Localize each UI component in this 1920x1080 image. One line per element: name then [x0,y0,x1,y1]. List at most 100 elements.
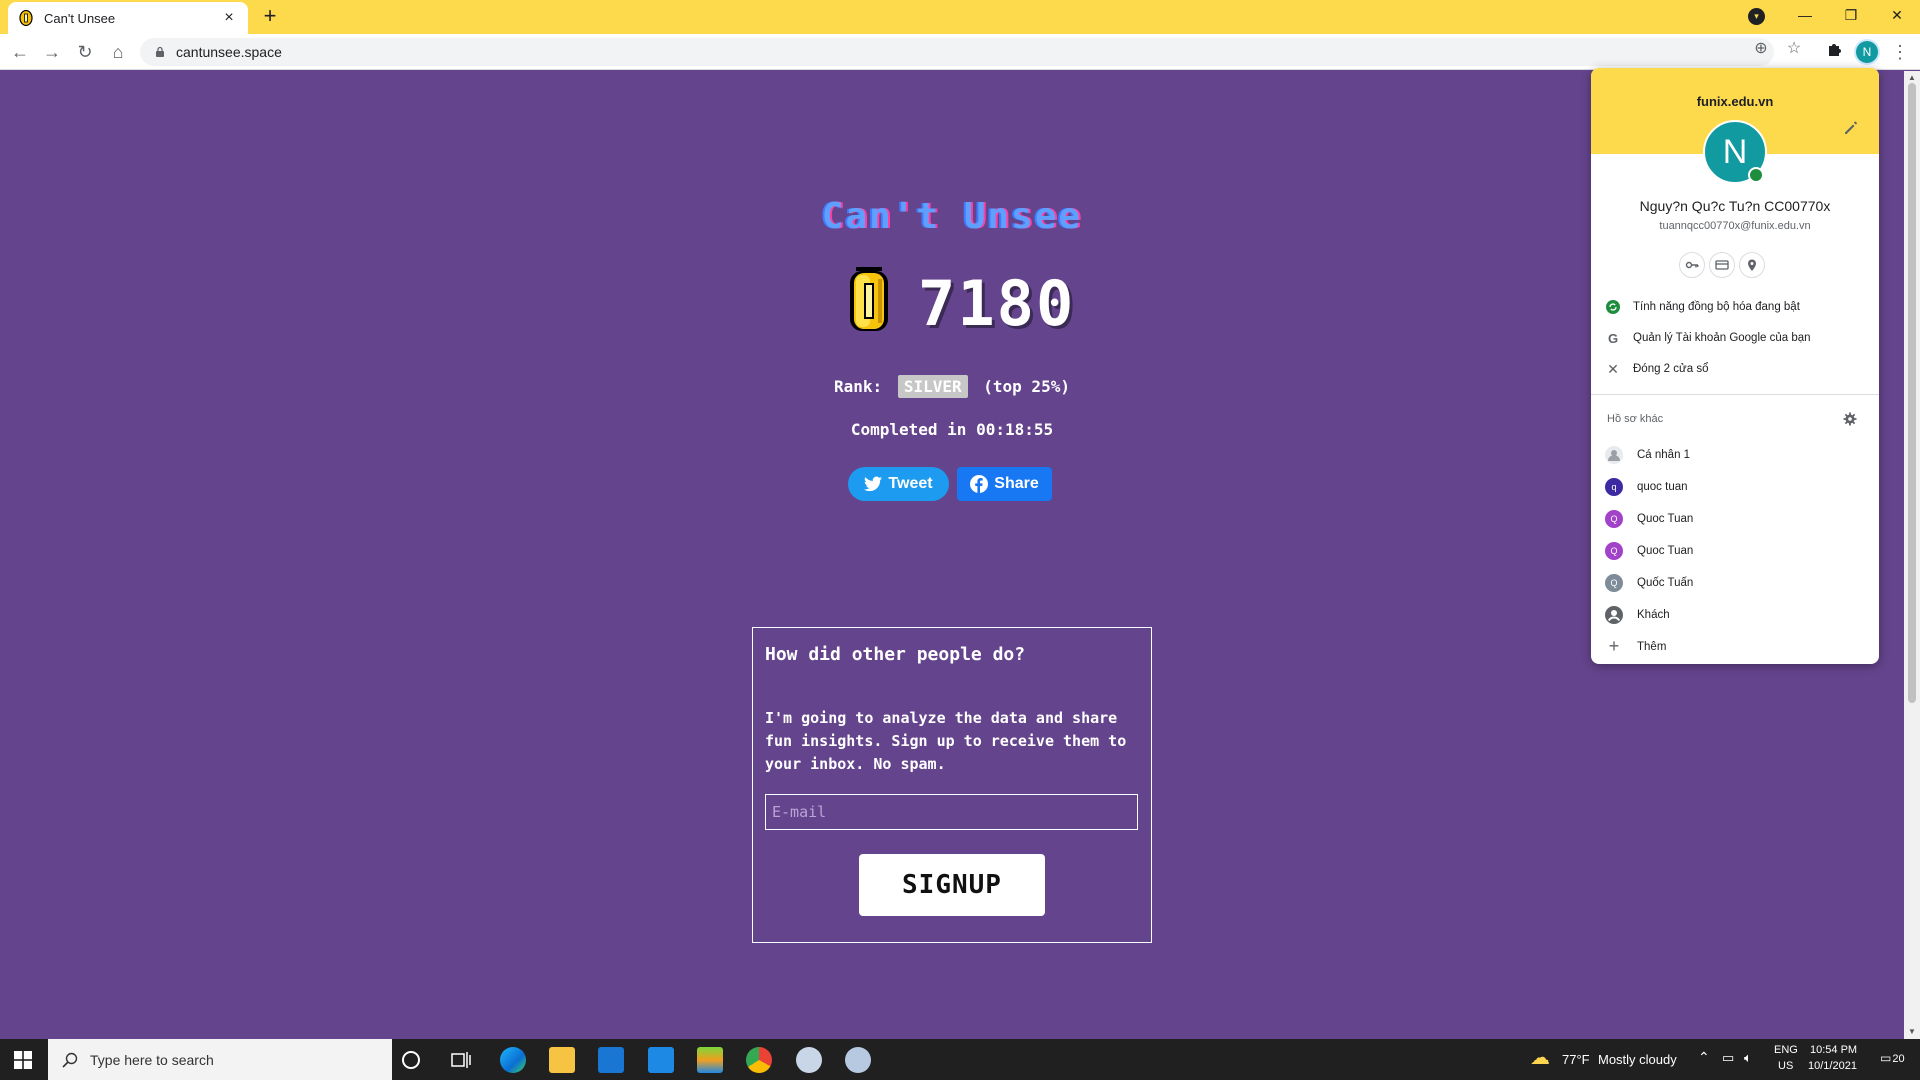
weather-text[interactable]: Mostly cloudy [1598,1052,1677,1067]
taskbar-search-box[interactable]: Type here to search [48,1039,392,1080]
chrome-icon[interactable] [746,1047,772,1073]
profile-domain: funix.edu.vn [1696,94,1774,109]
signup-box: How did other people do? I'm going to an… [752,627,1152,943]
tab-close-icon[interactable]: × [220,9,238,27]
edit-pencil-icon[interactable] [1843,120,1859,136]
rank-label: Rank: [834,377,883,396]
email-field[interactable] [765,794,1138,830]
scrollbar-thumb[interactable] [1908,83,1916,703]
profile-avatar-button[interactable]: N [1856,41,1878,63]
notification-center-icon[interactable]: ▭20 [1880,1051,1905,1065]
profile-avatar: Q [1605,542,1623,560]
search-icon [62,1052,78,1068]
volume-icon[interactable]: 🔈︎ [1744,1050,1752,1066]
zoom-icon[interactable]: ⊕ [1752,40,1770,58]
address-bar[interactable]: cantunsee.space [140,38,1774,66]
file-explorer-icon[interactable] [549,1047,575,1073]
payment-card-icon[interactable] [1709,252,1735,278]
coin-icon [850,267,888,331]
sync-status-label: Tính năng đồng bộ hóa đang bật [1633,301,1800,313]
add-profile-label: Thêm [1637,641,1667,653]
network-icon[interactable]: ▭ [1722,1050,1734,1066]
facebook-share-button[interactable]: Share [957,467,1052,501]
plus-icon: + [1608,636,1620,656]
score-value: 7180 [918,267,1076,340]
close-windows-row[interactable]: ✕ Đóng 2 cửa sổ [1591,355,1879,383]
profile-item-label: Quoc Tuan [1637,545,1694,557]
paint-icon[interactable] [796,1047,822,1073]
signup-heading: How did other people do? [765,644,1026,665]
input-region[interactable]: US [1778,1060,1793,1072]
coin-favicon-icon [19,10,33,26]
close-window-button[interactable]: ✕ [1874,0,1920,30]
snipping-tool-icon[interactable] [845,1047,871,1073]
task-view-icon[interactable] [450,1049,472,1071]
other-profiles-heading: Hồ sơ khác [1607,413,1664,425]
profile-item-guest[interactable]: Khách [1591,602,1879,628]
menu-kebab-icon[interactable]: ⋮ [1888,40,1912,64]
rank-percentile: (top 25%) [983,377,1070,396]
page-scrollbar[interactable]: ▲ ▼ [1904,71,1920,1039]
profile-avatar: q [1605,478,1623,496]
minimize-button[interactable]: — [1782,0,1828,30]
microsoft-store-icon[interactable] [598,1047,624,1073]
gear-icon[interactable] [1843,412,1857,426]
home-icon[interactable]: ⌂ [106,40,130,64]
bookmark-star-icon[interactable]: ☆ [1785,40,1803,58]
profile-name: Nguy?n Qu?c Tu?n CC00770x [1639,198,1831,214]
signup-button[interactable]: SIGNUP [859,854,1045,916]
start-button[interactable] [0,1039,46,1080]
profile-item-quoc-tuan-4[interactable]: Q Quốc Tuấn [1591,570,1879,596]
restore-button[interactable]: ❐ [1828,0,1874,30]
tweet-label: Tweet [888,475,933,492]
profile-item-label: Quốc Tuấn [1637,577,1694,589]
browser-toolbar: ← → ↻ ⌂ cantunsee.space ⊕ ☆ N ⋮ [0,34,1920,70]
manage-google-account-row[interactable]: G Quản lý Tài khoản Google của bạn [1591,324,1879,352]
tray-chevron-icon[interactable]: ⌃ [1698,1049,1710,1066]
new-tab-button[interactable]: + [258,5,282,29]
weather-cloud-icon[interactable]: ☁ [1530,1045,1550,1070]
mail-icon[interactable] [648,1047,674,1073]
clock-time[interactable]: 10:54 PM [1810,1044,1857,1056]
share-label: Share [994,475,1039,492]
profile-item-ca-nhan-1[interactable]: Cá nhân 1 [1591,442,1879,468]
profile-menu-divider [1591,394,1879,395]
notification-count: 20 [1892,1053,1905,1065]
profile-item-quoc-tuan-2[interactable]: Q Quoc Tuan [1591,506,1879,532]
person-icon [1605,446,1623,464]
windows-taskbar: Type here to search ☁ 77°F Mostly cloudy… [0,1039,1920,1080]
tab-cant-unsee[interactable]: Can't Unsee × [8,2,248,34]
input-language[interactable]: ENG [1774,1044,1798,1056]
weather-temp[interactable]: 77°F [1562,1052,1590,1067]
rank-badge: SILVER [897,375,968,398]
back-arrow-icon[interactable]: ← [8,40,32,64]
clock-date[interactable]: 10/1/2021 [1808,1060,1857,1072]
forward-arrow-icon[interactable]: → [40,40,64,64]
profile-item-quoc-tuan-1[interactable]: q quoc tuan [1591,474,1879,500]
passwords-key-icon[interactable] [1679,252,1705,278]
profile-item-label: quoc tuan [1637,481,1688,493]
addresses-pin-icon[interactable] [1739,252,1765,278]
add-profile-item[interactable]: + Thêm [1591,634,1879,660]
tab-search-icon[interactable]: ▾ [1748,8,1765,25]
edge-browser-icon[interactable] [500,1047,526,1073]
profile-avatar: Q [1605,574,1623,592]
close-icon: ✕ [1607,360,1619,377]
twitter-bird-icon [864,476,883,492]
cortana-icon[interactable] [402,1051,420,1069]
profile-item-quoc-tuan-3[interactable]: Q Quoc Tuan [1591,538,1879,564]
bluestacks-icon[interactable] [697,1047,723,1073]
extensions-puzzle-icon[interactable] [1826,40,1844,58]
windows-logo-icon [14,1050,32,1069]
facebook-icon [970,475,989,493]
tab-strip: Can't Unsee × + ▾ — ❐ ✕ [0,0,1920,34]
profile-avatar: Q [1605,510,1623,528]
taskbar-search-placeholder: Type here to search [90,1051,214,1068]
tweet-button[interactable]: Tweet [848,467,949,501]
scroll-down-arrow-icon[interactable]: ▼ [1908,1027,1916,1036]
profile-menu: funix.edu.vn N Nguy?n Qu?c Tu?n CC00770x… [1591,68,1879,664]
guest-icon [1605,606,1623,624]
reload-icon[interactable]: ↻ [73,40,97,64]
scroll-up-arrow-icon[interactable]: ▲ [1908,73,1916,82]
sync-status-row[interactable]: Tính năng đồng bộ hóa đang bật [1591,293,1879,321]
